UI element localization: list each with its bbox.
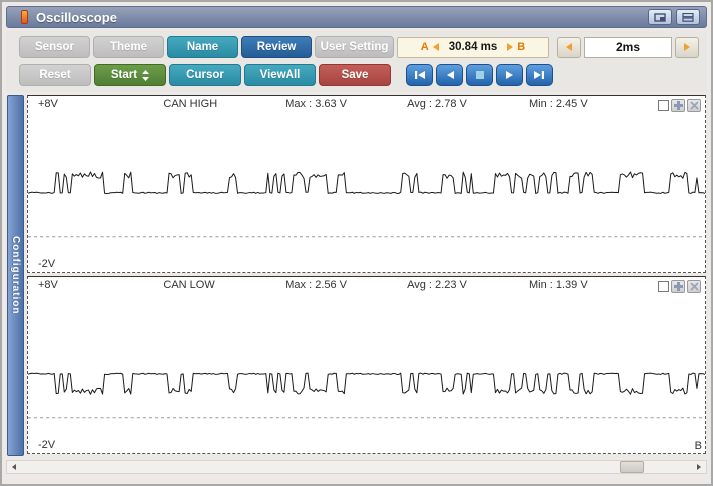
min-value: Min : 2.45 V bbox=[528, 98, 588, 110]
plus-icon bbox=[673, 101, 683, 110]
cursor-button[interactable]: Cursor bbox=[169, 64, 241, 86]
max-value: Max : 2.56 V bbox=[285, 279, 348, 291]
waveform-panels: +8V CAN HIGH Max : 3.63 V Avg : 2.78 V M… bbox=[27, 95, 706, 454]
play-icon bbox=[506, 71, 513, 79]
close-channel-button[interactable] bbox=[687, 280, 701, 293]
max-value: Max : 3.63 V bbox=[285, 98, 348, 110]
scroll-right-button[interactable] bbox=[692, 461, 706, 473]
close-channel-button[interactable] bbox=[687, 99, 701, 112]
scroll-right-icon bbox=[697, 464, 701, 470]
cursor-b-marker: B bbox=[694, 440, 702, 452]
scroll-left-icon bbox=[12, 464, 16, 470]
scrollbar-track[interactable] bbox=[21, 461, 692, 473]
scroll-left-button[interactable] bbox=[7, 461, 21, 473]
add-channel-button[interactable] bbox=[671, 99, 685, 112]
top-voltage-label: +8V bbox=[38, 279, 58, 291]
name-button[interactable]: Name bbox=[167, 36, 239, 58]
sensor-button[interactable]: Sensor bbox=[19, 36, 91, 58]
oscilloscope-window: Oscilloscope Sensor Theme Name Review Us… bbox=[0, 0, 713, 486]
stop-icon bbox=[475, 71, 484, 79]
bottom-voltage-label: -2V bbox=[38, 439, 56, 451]
play-button[interactable] bbox=[496, 64, 523, 86]
skip-to-start-button[interactable] bbox=[406, 64, 433, 86]
viewall-button[interactable]: ViewAll bbox=[244, 64, 316, 86]
step-back-icon bbox=[447, 71, 454, 79]
can-low-waveform bbox=[28, 372, 705, 419]
min-value: Min : 1.39 V bbox=[528, 279, 588, 291]
bottom-voltage-label: -2V bbox=[38, 258, 56, 270]
close-x-icon bbox=[689, 282, 699, 291]
panel-header: +8V CAN LOW Max : 2.56 V Avg : 2.23 V Mi… bbox=[28, 279, 705, 295]
reset-button[interactable]: Reset bbox=[19, 64, 91, 86]
channel-name: CAN HIGH bbox=[163, 98, 218, 110]
skip-to-start-icon bbox=[415, 71, 425, 79]
add-channel-button[interactable] bbox=[671, 280, 685, 293]
start-button-label: Start bbox=[110, 69, 138, 81]
top-voltage-label: +8V bbox=[38, 98, 58, 110]
close-x-icon bbox=[689, 101, 699, 110]
channel-panel-can-low: +8V CAN LOW Max : 2.56 V Avg : 2.23 V Mi… bbox=[27, 276, 706, 454]
can-high-waveform bbox=[28, 171, 705, 238]
scrollbar-thumb[interactable] bbox=[620, 461, 644, 473]
timebase-value[interactable]: 2ms bbox=[584, 36, 672, 58]
configuration-tab[interactable]: Configuration bbox=[7, 95, 24, 456]
configuration-tab-label: Configuration bbox=[10, 236, 21, 315]
skip-to-end-button[interactable] bbox=[526, 64, 553, 86]
spinner-updown-icon bbox=[142, 69, 150, 81]
ab-time-range-display: A 30.84 ms B bbox=[397, 36, 549, 58]
avg-value: Avg : 2.78 V bbox=[407, 98, 467, 110]
stop-button[interactable] bbox=[466, 64, 493, 86]
window-restore-icon bbox=[654, 12, 666, 22]
horizontal-scrollbar bbox=[6, 460, 707, 474]
arrow-right-orange-icon bbox=[507, 43, 514, 51]
window-restore-button[interactable] bbox=[648, 9, 672, 25]
toolbar: Sensor Theme Name Review User Setting A … bbox=[6, 31, 707, 92]
cursor-a-label: A bbox=[420, 41, 429, 53]
ab-time-value: 30.84 ms bbox=[448, 41, 498, 53]
cursor-b-label: B bbox=[517, 41, 526, 53]
arrow-right-orange-icon bbox=[684, 43, 690, 51]
channel-visibility-checkbox[interactable] bbox=[658, 281, 669, 292]
save-button[interactable]: Save bbox=[319, 64, 391, 86]
start-button[interactable]: Start bbox=[94, 64, 166, 86]
channel-panel-can-high: +8V CAN HIGH Max : 3.63 V Avg : 2.78 V M… bbox=[27, 95, 706, 273]
arrow-left-orange-icon bbox=[566, 43, 572, 51]
skip-to-end-icon bbox=[534, 71, 544, 79]
user-setting-button[interactable]: User Setting bbox=[315, 36, 394, 58]
theme-button[interactable]: Theme bbox=[93, 36, 165, 58]
channel-visibility-checkbox[interactable] bbox=[658, 100, 669, 111]
step-back-button[interactable] bbox=[436, 64, 463, 86]
avg-value: Avg : 2.23 V bbox=[407, 279, 467, 291]
channel-name: CAN LOW bbox=[163, 279, 215, 291]
review-button[interactable]: Review bbox=[241, 36, 313, 58]
app-icon bbox=[21, 10, 28, 24]
window-minimize-icon bbox=[682, 12, 694, 22]
window-title: Oscilloscope bbox=[36, 9, 117, 25]
plus-icon bbox=[673, 282, 683, 291]
arrow-left-orange-icon bbox=[432, 43, 439, 51]
timebase-increase-button[interactable] bbox=[675, 36, 699, 58]
timebase-decrease-button[interactable] bbox=[557, 36, 581, 58]
window-minimize-button[interactable] bbox=[676, 9, 700, 25]
titlebar: Oscilloscope bbox=[6, 6, 707, 28]
panel-header: +8V CAN HIGH Max : 3.63 V Avg : 2.78 V M… bbox=[28, 98, 705, 114]
